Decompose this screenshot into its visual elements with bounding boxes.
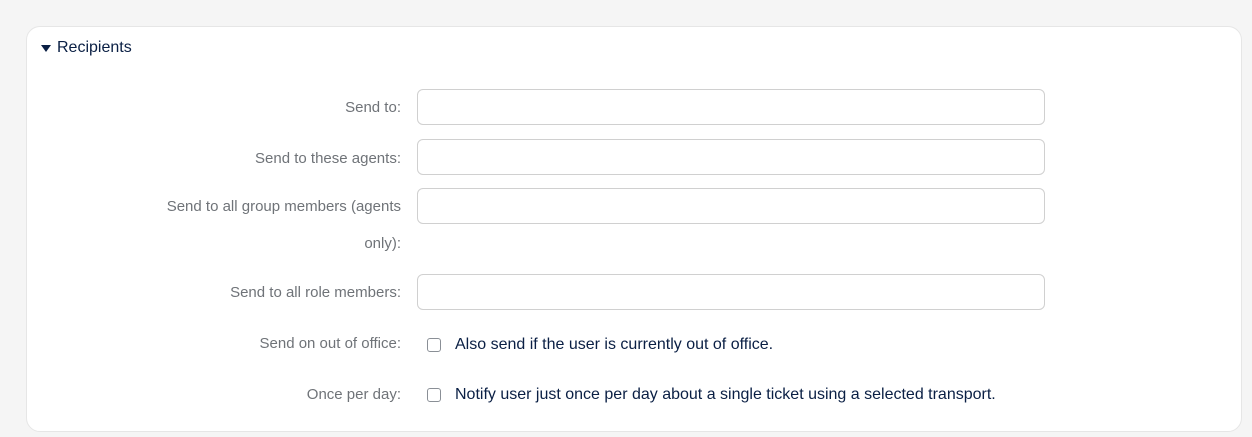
once-per-day-checkbox[interactable]: [427, 388, 441, 402]
send-to-agents-input[interactable]: [417, 139, 1045, 175]
once-per-day-option[interactable]: Notify user just once per day about a si…: [427, 386, 996, 404]
send-to-roles-label: Send to all role members:: [230, 284, 401, 301]
out-of-office-checkbox[interactable]: [427, 338, 441, 352]
send-to-label: Send to:: [345, 99, 401, 116]
section-title: Recipients: [57, 39, 132, 56]
send-to-group-label-line1: Send to all group members (agents: [166, 198, 401, 215]
send-to-group-label: Send to all group members (agents only):: [61, 193, 401, 257]
out-of-office-label: Send on out of office:: [259, 335, 402, 352]
send-to-roles-input[interactable]: [417, 274, 1045, 310]
send-to-input[interactable]: [417, 89, 1045, 125]
send-to-group-input[interactable]: [417, 188, 1045, 224]
send-to-agents-label: Send to these agents:: [255, 150, 401, 167]
out-of-office-option[interactable]: Also send if the user is currently out o…: [427, 336, 773, 354]
out-of-office-checkbox-label[interactable]: Also send if the user is currently out o…: [455, 336, 773, 354]
once-per-day-checkbox-label[interactable]: Notify user just once per day about a si…: [455, 386, 996, 404]
caret-down-icon[interactable]: [41, 45, 51, 52]
recipients-header-toggle[interactable]: Recipients: [41, 37, 132, 59]
recipients-panel: Recipients Send to: Send to these agents…: [26, 26, 1242, 432]
once-per-day-label: Once per day:: [306, 386, 401, 403]
send-to-group-label-line2: only):: [364, 235, 401, 252]
